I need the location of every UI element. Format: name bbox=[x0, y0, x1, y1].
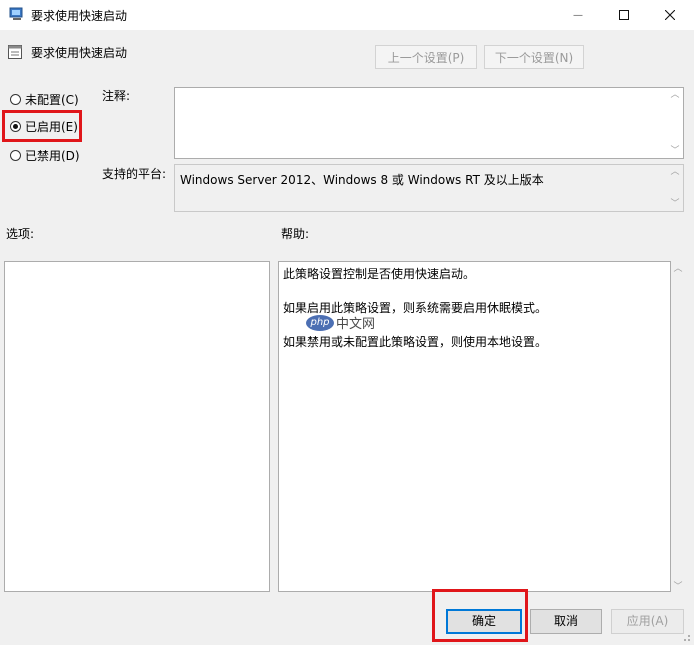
policy-name: 要求使用快速启动 bbox=[31, 46, 128, 60]
scroll-down-icon[interactable]: ﹀ bbox=[673, 579, 682, 592]
radio-enabled[interactable]: 已启用(E) bbox=[10, 117, 78, 135]
help-scrollbar[interactable]: ︿ ﹀ bbox=[671, 261, 685, 592]
policy-window-icon bbox=[9, 7, 23, 20]
scroll-down-icon[interactable]: ﹀ bbox=[670, 197, 679, 211]
scroll-up-icon[interactable]: ︿ bbox=[673, 261, 682, 274]
policy-setting-icon bbox=[8, 45, 22, 59]
maximize-icon bbox=[619, 10, 629, 20]
radio-not-configured[interactable]: 未配置(C) bbox=[10, 90, 79, 108]
options-label: 选项: bbox=[6, 227, 35, 241]
help-label: 帮助: bbox=[281, 227, 310, 241]
comment-textarea[interactable]: ︿ ﹀ bbox=[174, 87, 684, 159]
previous-setting-button[interactable]: 上一个设置(P) bbox=[375, 45, 477, 69]
minimize-icon: — bbox=[573, 9, 583, 21]
help-text-line: 此策略设置控制是否使用快速启动。 bbox=[283, 267, 476, 281]
scroll-up-icon[interactable]: ︿ bbox=[670, 165, 679, 179]
close-icon bbox=[665, 10, 675, 20]
watermark: php 中文网 bbox=[306, 313, 375, 332]
watermark-logo: php bbox=[306, 314, 334, 331]
apply-button[interactable]: 应用(A) bbox=[611, 609, 684, 634]
platform-label: 支持的平台: bbox=[102, 167, 167, 181]
close-button[interactable] bbox=[647, 0, 693, 30]
comment-scrollbar[interactable]: ︿ ﹀ bbox=[667, 88, 683, 158]
radio-label: 未配置(C) bbox=[25, 92, 79, 107]
scroll-down-icon[interactable]: ﹀ bbox=[670, 144, 679, 158]
options-pane bbox=[4, 261, 270, 592]
next-setting-button[interactable]: 下一个设置(N) bbox=[484, 45, 584, 69]
radio-circle[interactable] bbox=[10, 149, 21, 161]
platform-value: Windows Server 2012、Windows 8 或 Windows … bbox=[180, 173, 544, 187]
comment-label: 注释: bbox=[102, 89, 131, 103]
help-pane: 此策略设置控制是否使用快速启动。 如果启用此策略设置，则系统需要启用休眠模式。 … bbox=[278, 261, 671, 592]
radio-circle[interactable] bbox=[10, 93, 21, 105]
resize-grip-icon[interactable] bbox=[681, 632, 691, 642]
scroll-up-icon[interactable]: ︿ bbox=[670, 88, 679, 102]
radio-circle[interactable] bbox=[10, 120, 21, 132]
radio-label: 已禁用(D) bbox=[25, 148, 80, 163]
watermark-text: 中文网 bbox=[336, 317, 376, 332]
help-text-line: 如果禁用或未配置此策略设置，则使用本地设置。 bbox=[283, 335, 548, 349]
cancel-button[interactable]: 取消 bbox=[530, 609, 602, 634]
maximize-button[interactable] bbox=[601, 0, 647, 30]
window-title: 要求使用快速启动 bbox=[31, 9, 128, 23]
platform-textbox: Windows Server 2012、Windows 8 或 Windows … bbox=[174, 164, 684, 212]
radio-label: 已启用(E) bbox=[25, 119, 78, 134]
ok-button[interactable]: 确定 bbox=[446, 609, 522, 634]
minimize-button[interactable]: — bbox=[555, 0, 601, 30]
platform-scrollbar[interactable]: ︿ ﹀ bbox=[667, 165, 683, 211]
radio-disabled[interactable]: 已禁用(D) bbox=[10, 146, 80, 164]
